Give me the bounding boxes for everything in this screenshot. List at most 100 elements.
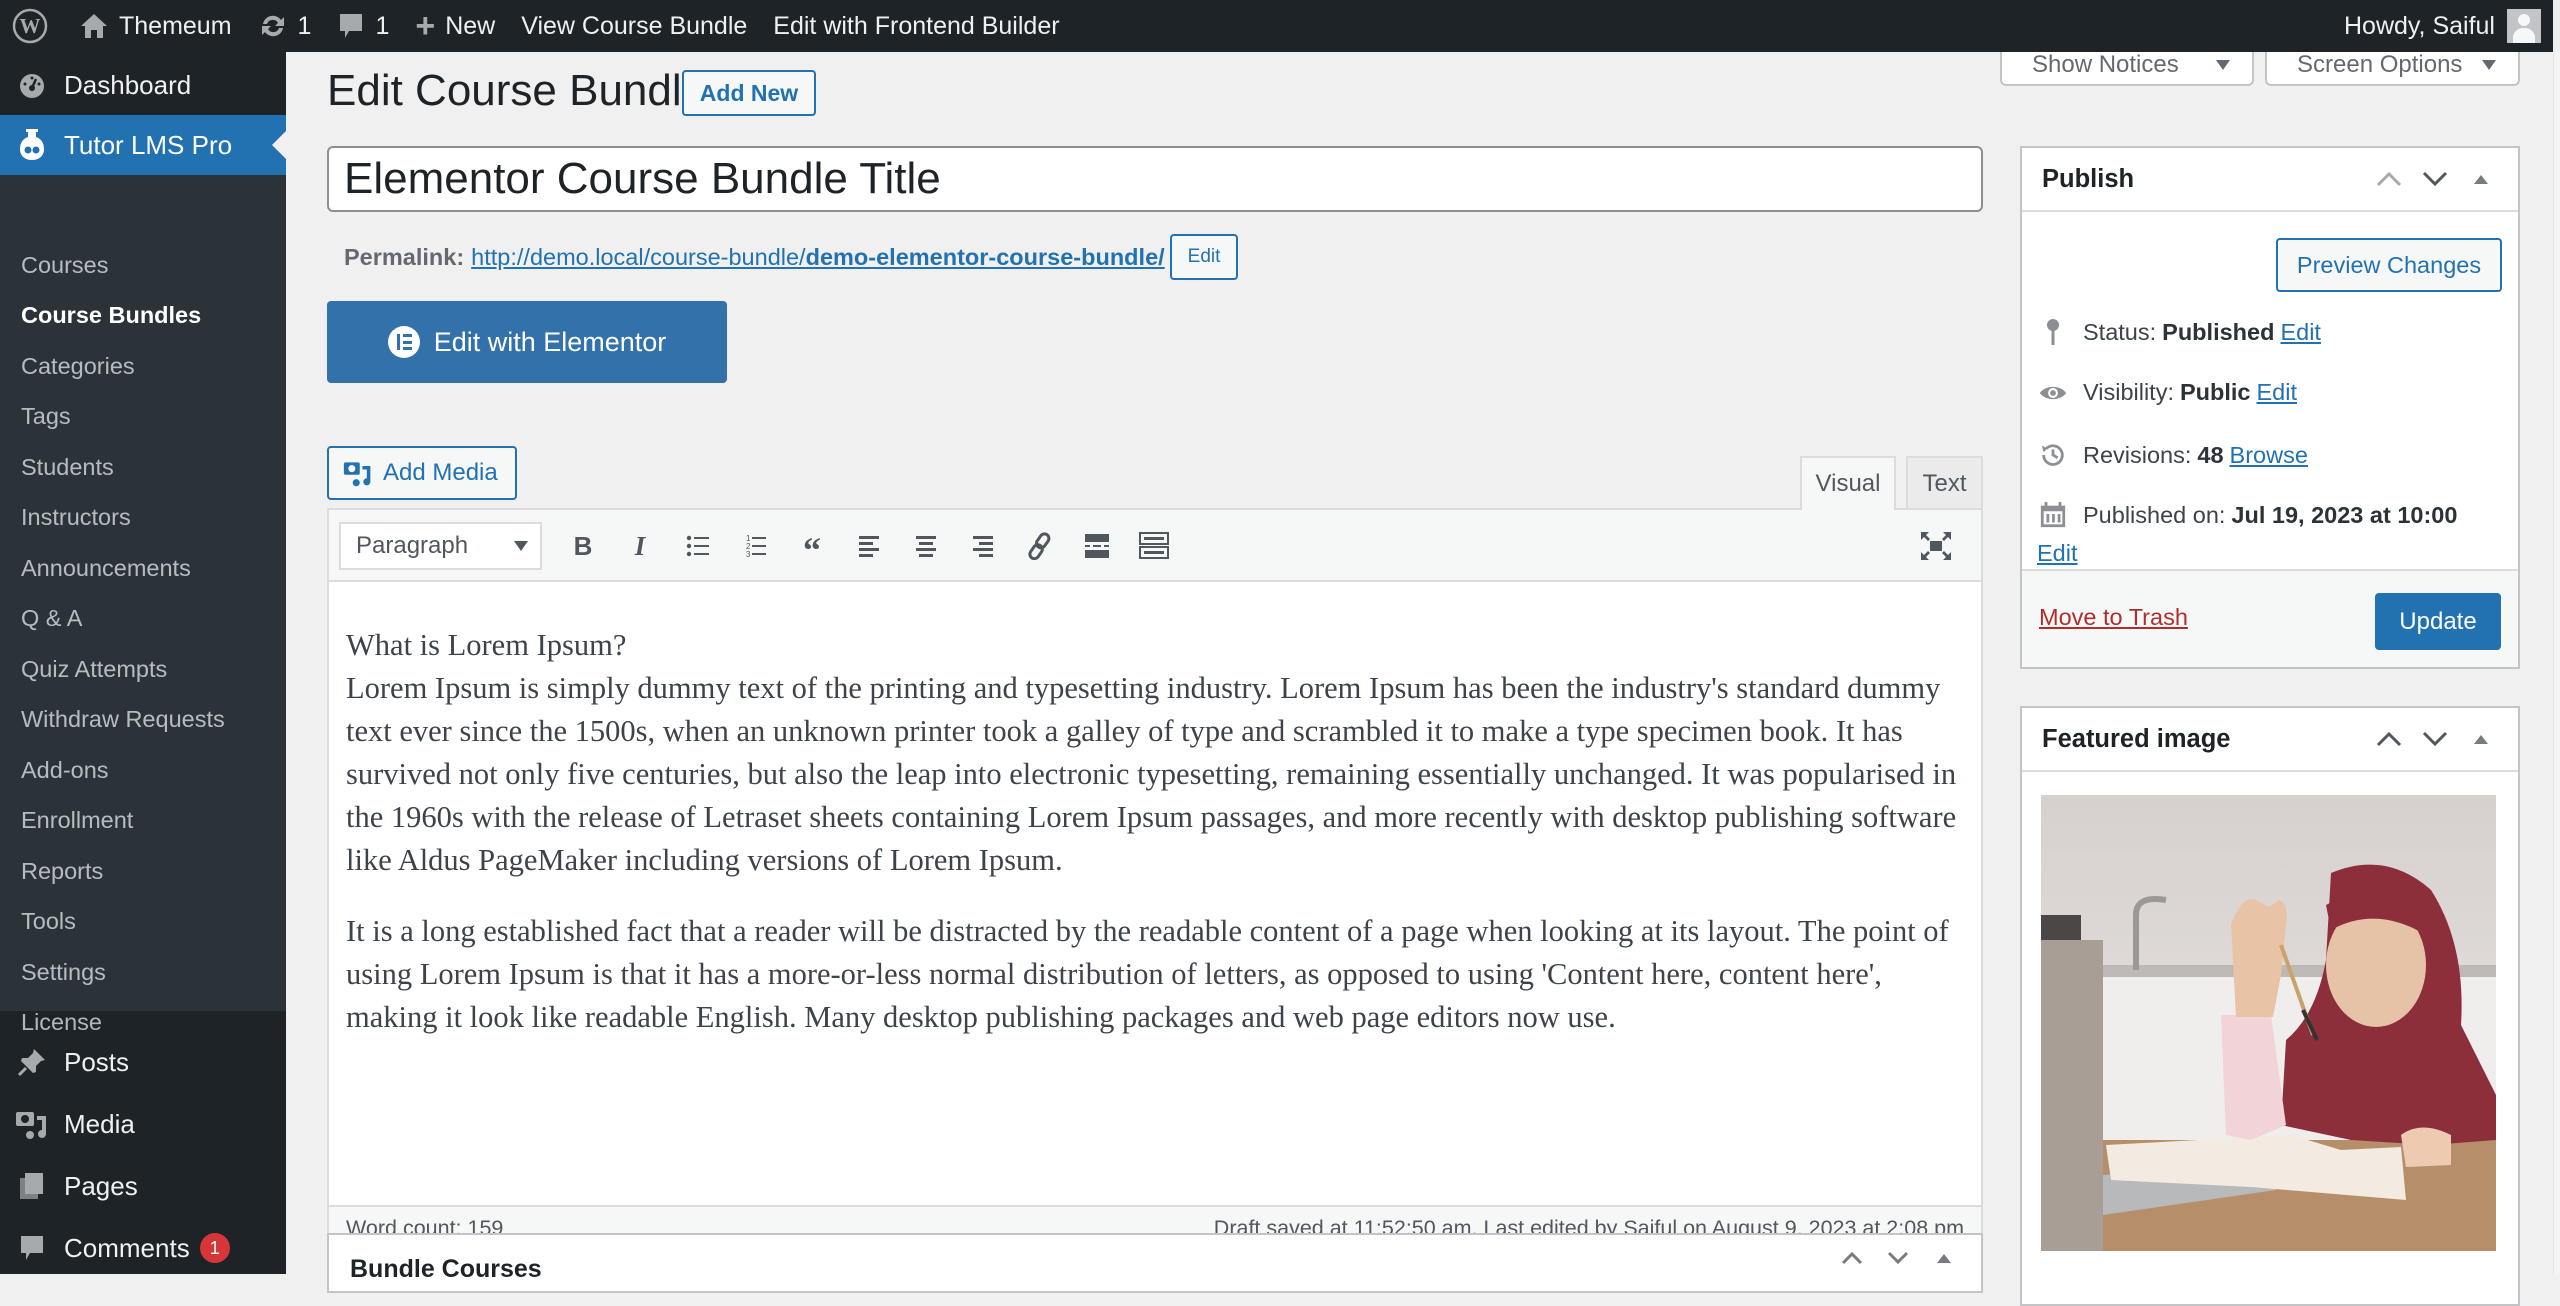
major-publishing-actions: Move to Trash Update (2022, 569, 2518, 667)
move-up-icon[interactable] (1829, 1251, 1875, 1265)
update-button[interactable]: Update (2375, 593, 2501, 650)
submenu-quiz-attempts[interactable]: Quiz Attempts (21, 656, 167, 683)
updates-count: 1 (297, 11, 312, 40)
my-account-menu[interactable]: Howdy, Saiful (2344, 0, 2541, 52)
read-more-button[interactable] (1073, 522, 1121, 570)
screen-options-label: Screen Options (2297, 51, 2463, 78)
permalink-label: Permalink: (344, 243, 465, 270)
site-name-link[interactable]: Themeum (61, 0, 245, 52)
sidebar-label-dashboard: Dashboard (64, 69, 192, 100)
featured-image-thumbnail[interactable] (2041, 795, 2496, 1251)
sidebar-item-posts[interactable]: Posts (0, 1032, 286, 1092)
align-right-button[interactable] (959, 522, 1007, 570)
collapse-toggle-icon[interactable] (2458, 733, 2504, 745)
editor-content[interactable]: What is Lorem Ipsum? Lorem Ipsum is simpl… (329, 582, 1981, 1205)
add-media-button[interactable]: Add Media (327, 446, 517, 500)
permalink-base: http://demo.local/course-bundle/ (471, 243, 806, 270)
numbered-list-icon: 123 (746, 534, 766, 559)
featured-image-header: Featured image (2022, 708, 2518, 772)
permalink-edit-button[interactable]: Edit (1169, 234, 1239, 280)
preview-changes-button[interactable]: Preview Changes (2276, 238, 2502, 292)
eye-icon (2039, 382, 2067, 404)
sidebar-item-tutor-lms-pro[interactable]: Tutor LMS Pro (0, 115, 286, 175)
submenu-students[interactable]: Students (21, 454, 114, 481)
submenu-course-bundles[interactable]: Course Bundles (21, 302, 201, 329)
fullscreen-button[interactable] (1912, 522, 1960, 570)
calendar-icon (2039, 500, 2067, 530)
submenu-categories[interactable]: Categories (21, 353, 135, 380)
italic-button[interactable]: I (616, 522, 664, 570)
tab-text[interactable]: Text (1906, 456, 1983, 509)
insert-link-button[interactable] (1016, 522, 1064, 570)
tutor-submenu: Courses Course Bundles Categories Tags S… (0, 175, 286, 1035)
featured-image-photo (2041, 795, 2496, 1251)
status-edit-link[interactable]: Edit (2280, 319, 2321, 346)
add-new-button[interactable]: Add New (682, 70, 816, 116)
new-content-menu[interactable]: + New (402, 0, 508, 52)
align-left-button[interactable] (845, 522, 893, 570)
sidebar-item-pages[interactable]: Pages (0, 1156, 286, 1216)
move-down-icon[interactable] (1875, 1251, 1921, 1265)
submenu-qa[interactable]: Q & A (21, 605, 82, 632)
align-center-button[interactable] (902, 522, 950, 570)
edit-frontend-builder-link[interactable]: Edit with Frontend Builder (760, 0, 1072, 52)
sidebar-item-dashboard[interactable]: Dashboard (0, 56, 286, 114)
permalink-link[interactable]: http://demo.local/course-bundle/demo-ele… (471, 244, 1165, 271)
bold-button[interactable]: B (559, 522, 607, 570)
move-up-icon[interactable] (2366, 171, 2412, 187)
fullscreen-icon (1921, 532, 1951, 560)
submenu-enrollment[interactable]: Enrollment (21, 807, 133, 834)
collapse-toggle-icon[interactable] (1921, 1252, 1967, 1264)
align-center-icon (916, 536, 936, 557)
move-down-icon[interactable] (2412, 171, 2458, 187)
revisions-browse-link[interactable]: Browse (2230, 442, 2308, 469)
pages-icon (0, 1171, 64, 1201)
screen-options-button[interactable]: Screen Options (2265, 51, 2520, 86)
content-paragraph-2: It is a long established fact that a rea… (346, 914, 1949, 1034)
show-notices-button[interactable]: Show Notices (2000, 51, 2254, 86)
permalink-slug: demo-elementor-course-bundle/ (805, 243, 1165, 270)
wordpress-logo-menu[interactable]: W (0, 0, 61, 52)
submenu-announcements[interactable]: Announcements (21, 555, 191, 582)
published-on-value: Jul 19, 2023 at 10:00 (2231, 501, 2458, 528)
post-title-input[interactable] (327, 146, 1983, 212)
published-on-edit-link[interactable]: Edit (2037, 540, 2078, 567)
format-select[interactable]: Paragraph (339, 522, 542, 570)
view-course-bundle-link[interactable]: View Course Bundle (508, 0, 760, 52)
sidebar-label-posts: Posts (64, 1046, 130, 1077)
submenu-courses[interactable]: Courses (21, 252, 109, 279)
tab-visual[interactable]: Visual (1800, 456, 1896, 510)
submenu-withdraw-requests[interactable]: Withdraw Requests (21, 706, 225, 733)
visibility-row: Visibility: Public Edit (2039, 379, 2297, 406)
status-label: Status: (2083, 318, 2157, 345)
plus-icon: + (415, 6, 436, 45)
collapse-toggle-icon[interactable] (2458, 173, 2504, 185)
sidebar-label-comments: Comments (64, 1232, 190, 1263)
submenu-instructors[interactable]: Instructors (21, 504, 131, 531)
submenu-add-ons[interactable]: Add-ons (21, 757, 109, 784)
submenu-tags[interactable]: Tags (21, 403, 71, 430)
updates-link[interactable]: 1 (245, 0, 325, 52)
move-to-trash-link[interactable]: Move to Trash (2039, 604, 2188, 631)
bulleted-list-button[interactable] (674, 522, 722, 570)
move-down-icon[interactable] (2412, 731, 2458, 747)
sidebar-item-media[interactable]: Media (0, 1094, 286, 1154)
sidebar-item-comments[interactable]: Comments 1 (0, 1218, 286, 1278)
comments-link[interactable]: 1 (324, 0, 402, 52)
toolbar-toggle-button[interactable] (1130, 522, 1178, 570)
svg-text:B: B (574, 533, 593, 559)
visibility-edit-link[interactable]: Edit (2257, 379, 2298, 406)
submenu-reports[interactable]: Reports (21, 858, 103, 885)
page-scrollbar[interactable] (2553, 52, 2560, 1274)
blockquote-button[interactable]: “ (788, 522, 836, 570)
media-icon (0, 1108, 64, 1140)
submenu-settings[interactable]: Settings (21, 959, 106, 986)
edit-with-elementor-button[interactable]: Edit with Elementor (327, 301, 727, 383)
read-more-icon (1085, 534, 1109, 558)
numbered-list-button[interactable]: 123 (731, 522, 779, 570)
move-up-icon[interactable] (2366, 731, 2412, 747)
pin-icon (2039, 318, 2067, 346)
submenu-tools[interactable]: Tools (21, 908, 76, 935)
content-heading-line: What is Lorem Ipsum? (346, 628, 627, 662)
dashboard-icon (0, 70, 64, 100)
